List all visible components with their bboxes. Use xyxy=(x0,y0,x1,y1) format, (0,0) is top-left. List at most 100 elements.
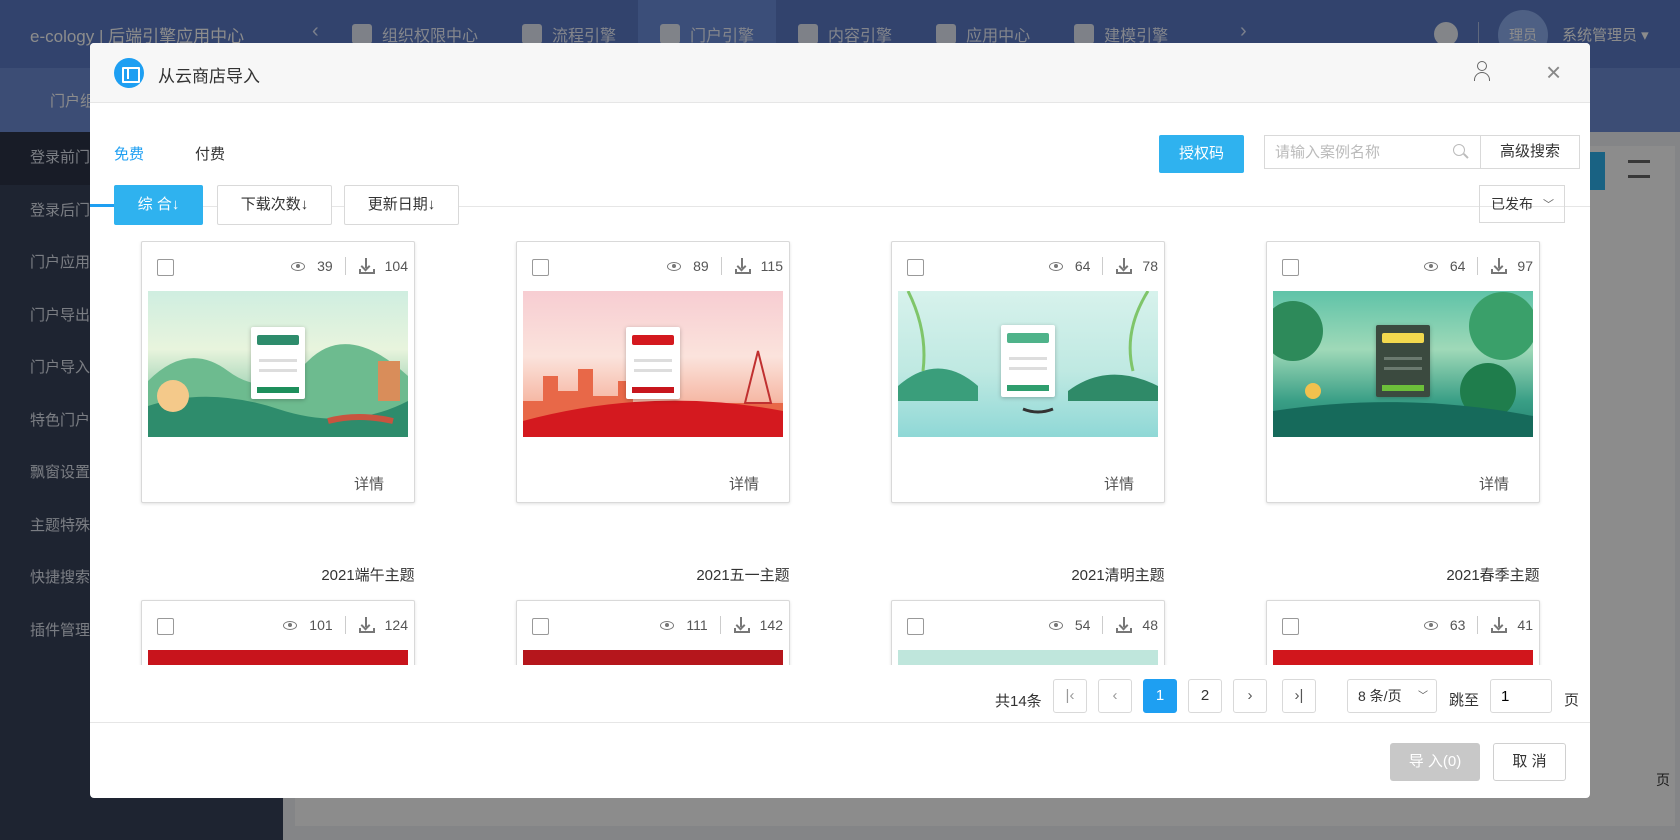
modal-header: 从云商店导入 × xyxy=(90,43,1590,103)
chevron-down-icon: ﹀ xyxy=(1418,691,1428,702)
view-count: 111 xyxy=(686,617,708,633)
download-icon xyxy=(734,258,751,274)
detail-link[interactable]: 详情 xyxy=(1104,473,1134,494)
theme-card-qingming[interactable]: 64 78 详情 xyxy=(891,241,1165,503)
eye-icon xyxy=(291,261,306,271)
card-stats: 89 115 xyxy=(667,254,783,278)
card-stats: 54 48 xyxy=(1048,613,1158,637)
search-input[interactable] xyxy=(1265,136,1445,168)
stat-divider xyxy=(720,257,722,275)
view-count: 64 xyxy=(1074,258,1091,274)
stat-divider xyxy=(719,616,721,634)
view-count: 63 xyxy=(1449,617,1466,633)
auth-code-button[interactable]: 授权码 xyxy=(1159,135,1244,173)
goto-page-input[interactable] xyxy=(1490,679,1552,713)
sort-composite-button[interactable]: 综 合↓ xyxy=(114,185,203,225)
card-stats: 63 41 xyxy=(1423,613,1533,637)
user-icon[interactable] xyxy=(1474,61,1490,81)
status-select-value: 已发布 xyxy=(1491,196,1533,212)
card-stats: 64 78 xyxy=(1048,254,1158,278)
theme-thumbnail xyxy=(1273,291,1533,437)
login-preview xyxy=(626,327,680,399)
download-count: 48 xyxy=(1142,617,1158,633)
sort-bar: 综 合↓ 下载次数↓ 更新日期↓ 已发布 ﹀ xyxy=(90,185,1590,229)
detail-link[interactable]: 详情 xyxy=(1479,473,1509,494)
advanced-search-button[interactable]: 高级搜索 xyxy=(1480,135,1580,169)
theme-card[interactable]: 111 142 xyxy=(516,600,790,665)
theme-card[interactable]: 54 48 xyxy=(891,600,1165,665)
status-select[interactable]: 已发布 ﹀ xyxy=(1479,185,1565,223)
download-icon xyxy=(1491,617,1508,633)
download-icon xyxy=(1116,258,1133,274)
card-stats: 64 97 xyxy=(1423,254,1533,278)
eye-icon xyxy=(1423,261,1438,271)
card-stats: 111 142 xyxy=(660,613,783,637)
theme-thumbnail xyxy=(148,291,408,437)
card-checkbox[interactable] xyxy=(157,618,174,635)
download-count: 115 xyxy=(760,258,783,274)
cancel-button[interactable]: 取 消 xyxy=(1493,743,1566,781)
detail-link[interactable]: 详情 xyxy=(354,473,384,494)
eye-icon xyxy=(660,620,675,630)
eye-icon xyxy=(1423,620,1438,630)
theme-card-labor-day[interactable]: 89 115 详情 xyxy=(516,241,790,503)
card-checkbox[interactable] xyxy=(907,618,924,635)
prev-page-icon[interactable]: ‹ xyxy=(1098,679,1132,713)
theme-name: 2021清明主题 xyxy=(1071,567,1165,584)
page-number[interactable]: 2 xyxy=(1188,679,1222,713)
theme-card-duanwu[interactable]: 39 104 详情 xyxy=(141,241,415,503)
card-stats: 101 124 xyxy=(283,613,408,637)
download-icon xyxy=(358,617,375,633)
eye-icon xyxy=(283,620,298,630)
first-page-icon[interactable]: |‹ xyxy=(1053,679,1087,713)
theme-thumbnail xyxy=(1273,650,1533,665)
theme-card[interactable]: 101 124 xyxy=(141,600,415,665)
download-count: 97 xyxy=(1517,258,1533,274)
download-count: 78 xyxy=(1142,258,1158,274)
stat-divider xyxy=(344,257,346,275)
next-page-icon[interactable]: › xyxy=(1233,679,1267,713)
card-checkbox[interactable] xyxy=(532,259,549,276)
card-checkbox[interactable] xyxy=(532,618,549,635)
eye-icon xyxy=(1048,620,1063,630)
card-checkbox[interactable] xyxy=(907,259,924,276)
stat-divider xyxy=(344,616,346,634)
detail-link[interactable]: 详情 xyxy=(729,473,759,494)
download-icon xyxy=(358,258,375,274)
view-count: 39 xyxy=(317,258,333,274)
card-checkbox[interactable] xyxy=(1282,618,1299,635)
search-box xyxy=(1264,135,1481,169)
theme-card-grid: 39 104 详情 2021端午主题 89 115 详情 2021五一主题 64… xyxy=(90,241,1590,665)
modal-footer: 导 入(0) 取 消 xyxy=(90,722,1590,798)
stat-divider xyxy=(1102,616,1104,634)
login-preview xyxy=(251,327,305,399)
download-icon xyxy=(1491,258,1508,274)
page-unit: 页 xyxy=(1564,692,1580,709)
search-icon[interactable] xyxy=(1453,144,1469,160)
stat-divider xyxy=(1102,257,1104,275)
view-count: 101 xyxy=(309,617,333,633)
goto-label: 跳至 xyxy=(1449,692,1480,709)
card-stats: 39 104 xyxy=(291,254,408,278)
chevron-down-icon: ﹀ xyxy=(1543,199,1554,211)
theme-card-spring[interactable]: 64 97 详情 xyxy=(1266,241,1540,503)
sort-updated-button[interactable]: 更新日期↓ xyxy=(344,185,459,225)
sort-downloads-button[interactable]: 下载次数↓ xyxy=(217,185,332,225)
page-number[interactable]: 1 xyxy=(1143,679,1177,713)
last-page-icon[interactable]: ›| xyxy=(1282,679,1316,713)
theme-name: 2021春季主题 xyxy=(1446,567,1540,584)
cloud-store-import-dialog: 从云商店导入 × 免费 付费 授权码 高级搜索 综 合↓ 下载次数↓ 更新日期↓… xyxy=(90,43,1590,798)
download-icon xyxy=(733,617,750,633)
login-preview xyxy=(1001,325,1055,397)
page-size-value: 8 条/页 xyxy=(1358,688,1402,704)
card-checkbox[interactable] xyxy=(157,259,174,276)
stat-divider xyxy=(1477,616,1479,634)
theme-thumbnail xyxy=(523,650,783,665)
close-icon[interactable]: × xyxy=(1546,59,1561,85)
view-count: 64 xyxy=(1449,258,1466,274)
card-checkbox[interactable] xyxy=(1282,259,1299,276)
theme-card[interactable]: 63 41 xyxy=(1266,600,1540,665)
eye-icon xyxy=(667,261,682,271)
import-button[interactable]: 导 入(0) xyxy=(1390,743,1480,781)
page-size-select[interactable]: 8 条/页 ﹀ xyxy=(1347,679,1437,713)
